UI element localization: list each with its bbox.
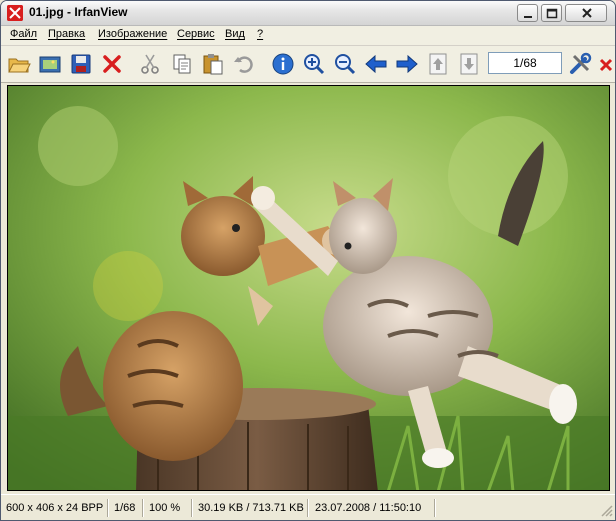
info-icon[interactable] (271, 52, 295, 76)
resize-grip-icon[interactable] (599, 503, 613, 517)
last-page-icon[interactable] (457, 52, 481, 76)
page-counter-field[interactable]: 1/68 (488, 52, 562, 74)
status-zoom: 100 % (149, 502, 181, 514)
menu-view[interactable]: Вид (225, 28, 245, 40)
menu-file[interactable]: Файл (10, 28, 37, 40)
menu-edit[interactable]: Правка (48, 28, 85, 40)
irfanview-app-icon[interactable] (7, 5, 23, 21)
open-folder-icon[interactable] (7, 52, 31, 76)
save-icon[interactable] (69, 52, 93, 76)
irfanview-window: 01.jpg - IrfanView Файл Правка Изображен… (0, 0, 616, 521)
toolbar: 1/68 (1, 46, 615, 83)
status-file-size: 30.19 KB / 713.71 KB (198, 502, 304, 514)
next-icon[interactable] (395, 52, 419, 76)
maximize-button[interactable] (541, 4, 562, 22)
menu-options[interactable]: Сервис (177, 28, 215, 40)
title-bar[interactable]: 01.jpg - IrfanView (1, 1, 615, 26)
window-title: 01.jpg - IrfanView (29, 5, 128, 19)
menu-image[interactable]: Изображение (98, 28, 167, 40)
menu-bar: Файл Правка Изображение Сервис Вид ? (1, 26, 615, 46)
cut-icon[interactable] (138, 52, 162, 76)
photo-kittens (8, 86, 609, 490)
status-datetime: 23.07.2008 / 11:50:10 (315, 502, 422, 514)
status-separator (191, 499, 193, 517)
copy-icon[interactable] (170, 52, 194, 76)
previous-icon[interactable] (364, 52, 388, 76)
status-separator (107, 499, 109, 517)
settings-icon[interactable] (568, 52, 592, 76)
close-button[interactable] (565, 4, 607, 22)
status-index: 1/68 (114, 502, 136, 514)
first-page-icon[interactable] (426, 52, 450, 76)
image-canvas[interactable] (7, 85, 610, 491)
zoom-in-icon[interactable] (302, 52, 326, 76)
delete-icon[interactable] (100, 52, 124, 76)
status-separator (434, 499, 436, 517)
status-separator (142, 499, 144, 517)
status-separator (307, 499, 309, 517)
zoom-out-icon[interactable] (333, 52, 357, 76)
menu-help[interactable]: ? (257, 28, 263, 40)
exit-icon[interactable] (599, 52, 615, 76)
status-bar: 600 x 406 x 24 BPP 1/68 100 % 30.19 KB /… (1, 494, 615, 520)
status-dimensions: 600 x 406 x 24 BPP (6, 502, 104, 514)
undo-icon[interactable] (232, 52, 256, 76)
paste-icon[interactable] (201, 52, 225, 76)
slideshow-icon[interactable] (38, 52, 62, 76)
minimize-button[interactable] (517, 4, 538, 22)
